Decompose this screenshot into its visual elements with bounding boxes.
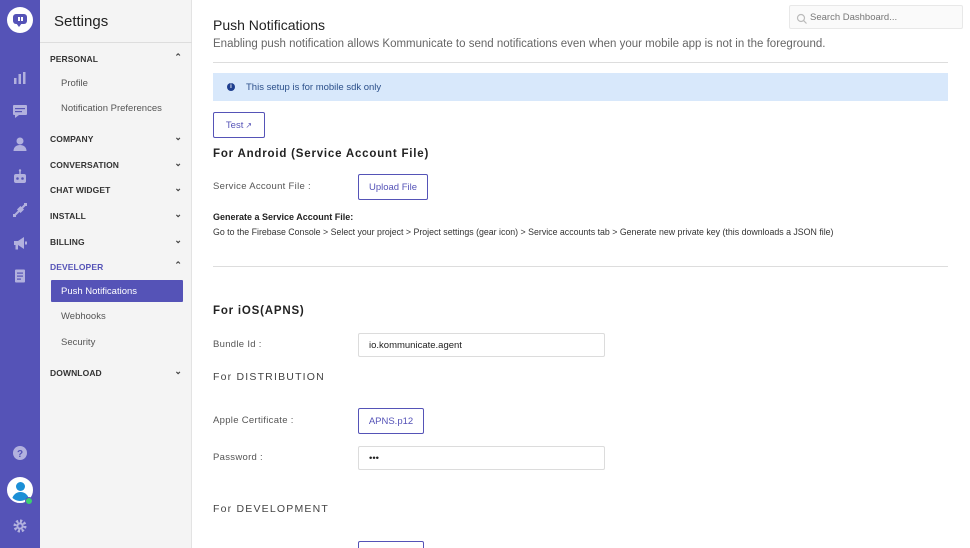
sidebar-item-push-notifications[interactable]: Push Notifications — [51, 280, 183, 302]
sidebar-section-company[interactable]: COMPANY ⌄ — [50, 131, 184, 147]
apns-certificate-button[interactable]: APNS.p12 — [358, 408, 424, 434]
sidebar-section-billing[interactable]: BILLING ⌄ — [50, 234, 184, 250]
svg-text:?: ? — [17, 449, 23, 460]
external-link-icon: ↗ — [245, 120, 253, 130]
chevron-down-icon: ⌄ — [174, 158, 182, 168]
sidebar-item-security[interactable]: Security — [51, 331, 183, 353]
icon-rail: ? — [0, 0, 40, 548]
settings-sidebar: Settings PERSONAL ⌃ Profile Notification … — [40, 0, 192, 548]
knowledge-base-icon[interactable] — [12, 268, 28, 284]
development-heading: For DEVELOPMENT — [213, 503, 330, 515]
section-divider — [213, 266, 948, 267]
sidebar-section-install[interactable]: INSTALL ⌄ — [50, 208, 184, 224]
development-certificate-button[interactable] — [358, 541, 424, 548]
bot-icon[interactable] — [12, 169, 28, 185]
campaigns-icon[interactable] — [12, 235, 28, 251]
chevron-down-icon: ⌄ — [174, 235, 182, 245]
kommunicate-logo-icon[interactable] — [7, 7, 33, 33]
sidebar-section-developer[interactable]: DEVELOPER ⌃ — [50, 259, 184, 275]
chevron-down-icon: ⌄ — [174, 209, 182, 219]
info-banner: i This setup is for mobile sdk only — [213, 73, 948, 101]
password-label: Password : — [213, 452, 263, 463]
chevron-down-icon: ⌄ — [174, 366, 182, 376]
chevron-down-icon: ⌄ — [174, 183, 182, 193]
page-description: Enabling push notification allows Kommun… — [213, 38, 826, 50]
online-status-indicator — [25, 497, 33, 505]
sidebar-section-chat-widget[interactable]: CHAT WIDGET ⌄ — [50, 182, 184, 198]
integrations-icon[interactable] — [12, 202, 28, 218]
upload-file-button[interactable]: Upload File — [358, 174, 428, 200]
bundle-id-input[interactable] — [358, 333, 605, 357]
sidebar-title: Settings — [54, 13, 109, 30]
sidebar-section-personal[interactable]: PERSONAL ⌃ — [50, 51, 184, 67]
sidebar-item-webhooks[interactable]: Webhooks — [51, 305, 183, 327]
reports-icon[interactable] — [12, 70, 28, 86]
chevron-down-icon: ⌄ — [174, 132, 182, 142]
sidebar-section-conversation[interactable]: CONVERSATION ⌄ — [50, 157, 184, 173]
bundle-id-label: Bundle Id : — [213, 339, 262, 350]
service-account-label: Service Account File : — [213, 181, 311, 192]
page-title: Push Notifications — [213, 17, 326, 33]
password-input[interactable] — [358, 446, 605, 470]
users-icon[interactable] — [12, 136, 28, 152]
android-heading: For Android (Service Account File) — [213, 148, 430, 160]
ios-heading: For iOS(APNS) — [213, 305, 305, 317]
sidebar-divider — [40, 42, 192, 43]
chevron-up-icon: ⌃ — [174, 260, 182, 270]
info-icon: i — [227, 83, 235, 91]
search-icon — [796, 12, 808, 24]
test-button[interactable]: Test ↗ — [213, 112, 265, 138]
search-box — [789, 5, 963, 29]
conversations-icon[interactable] — [12, 103, 28, 119]
sidebar-section-download[interactable]: DOWNLOAD ⌄ — [50, 365, 184, 381]
apple-certificate-label: Apple Certificate : — [213, 415, 294, 426]
search-input[interactable] — [810, 8, 958, 26]
settings-gear-icon[interactable] — [12, 518, 28, 534]
generate-title: Generate a Service Account File: — [213, 212, 354, 222]
distribution-heading: For DISTRIBUTION — [213, 371, 325, 383]
main-content: Push Notifications Enabling push notific… — [192, 0, 970, 548]
generate-steps: Go to the Firebase Console > Select your… — [213, 227, 834, 237]
info-text: This setup is for mobile sdk only — [246, 82, 382, 93]
sidebar-item-profile[interactable]: Profile — [51, 72, 183, 94]
sidebar-item-notification-preferences[interactable]: Notification Preferences — [51, 97, 183, 119]
chevron-up-icon: ⌃ — [174, 52, 182, 62]
help-icon[interactable]: ? — [12, 445, 28, 461]
section-divider — [213, 62, 948, 63]
